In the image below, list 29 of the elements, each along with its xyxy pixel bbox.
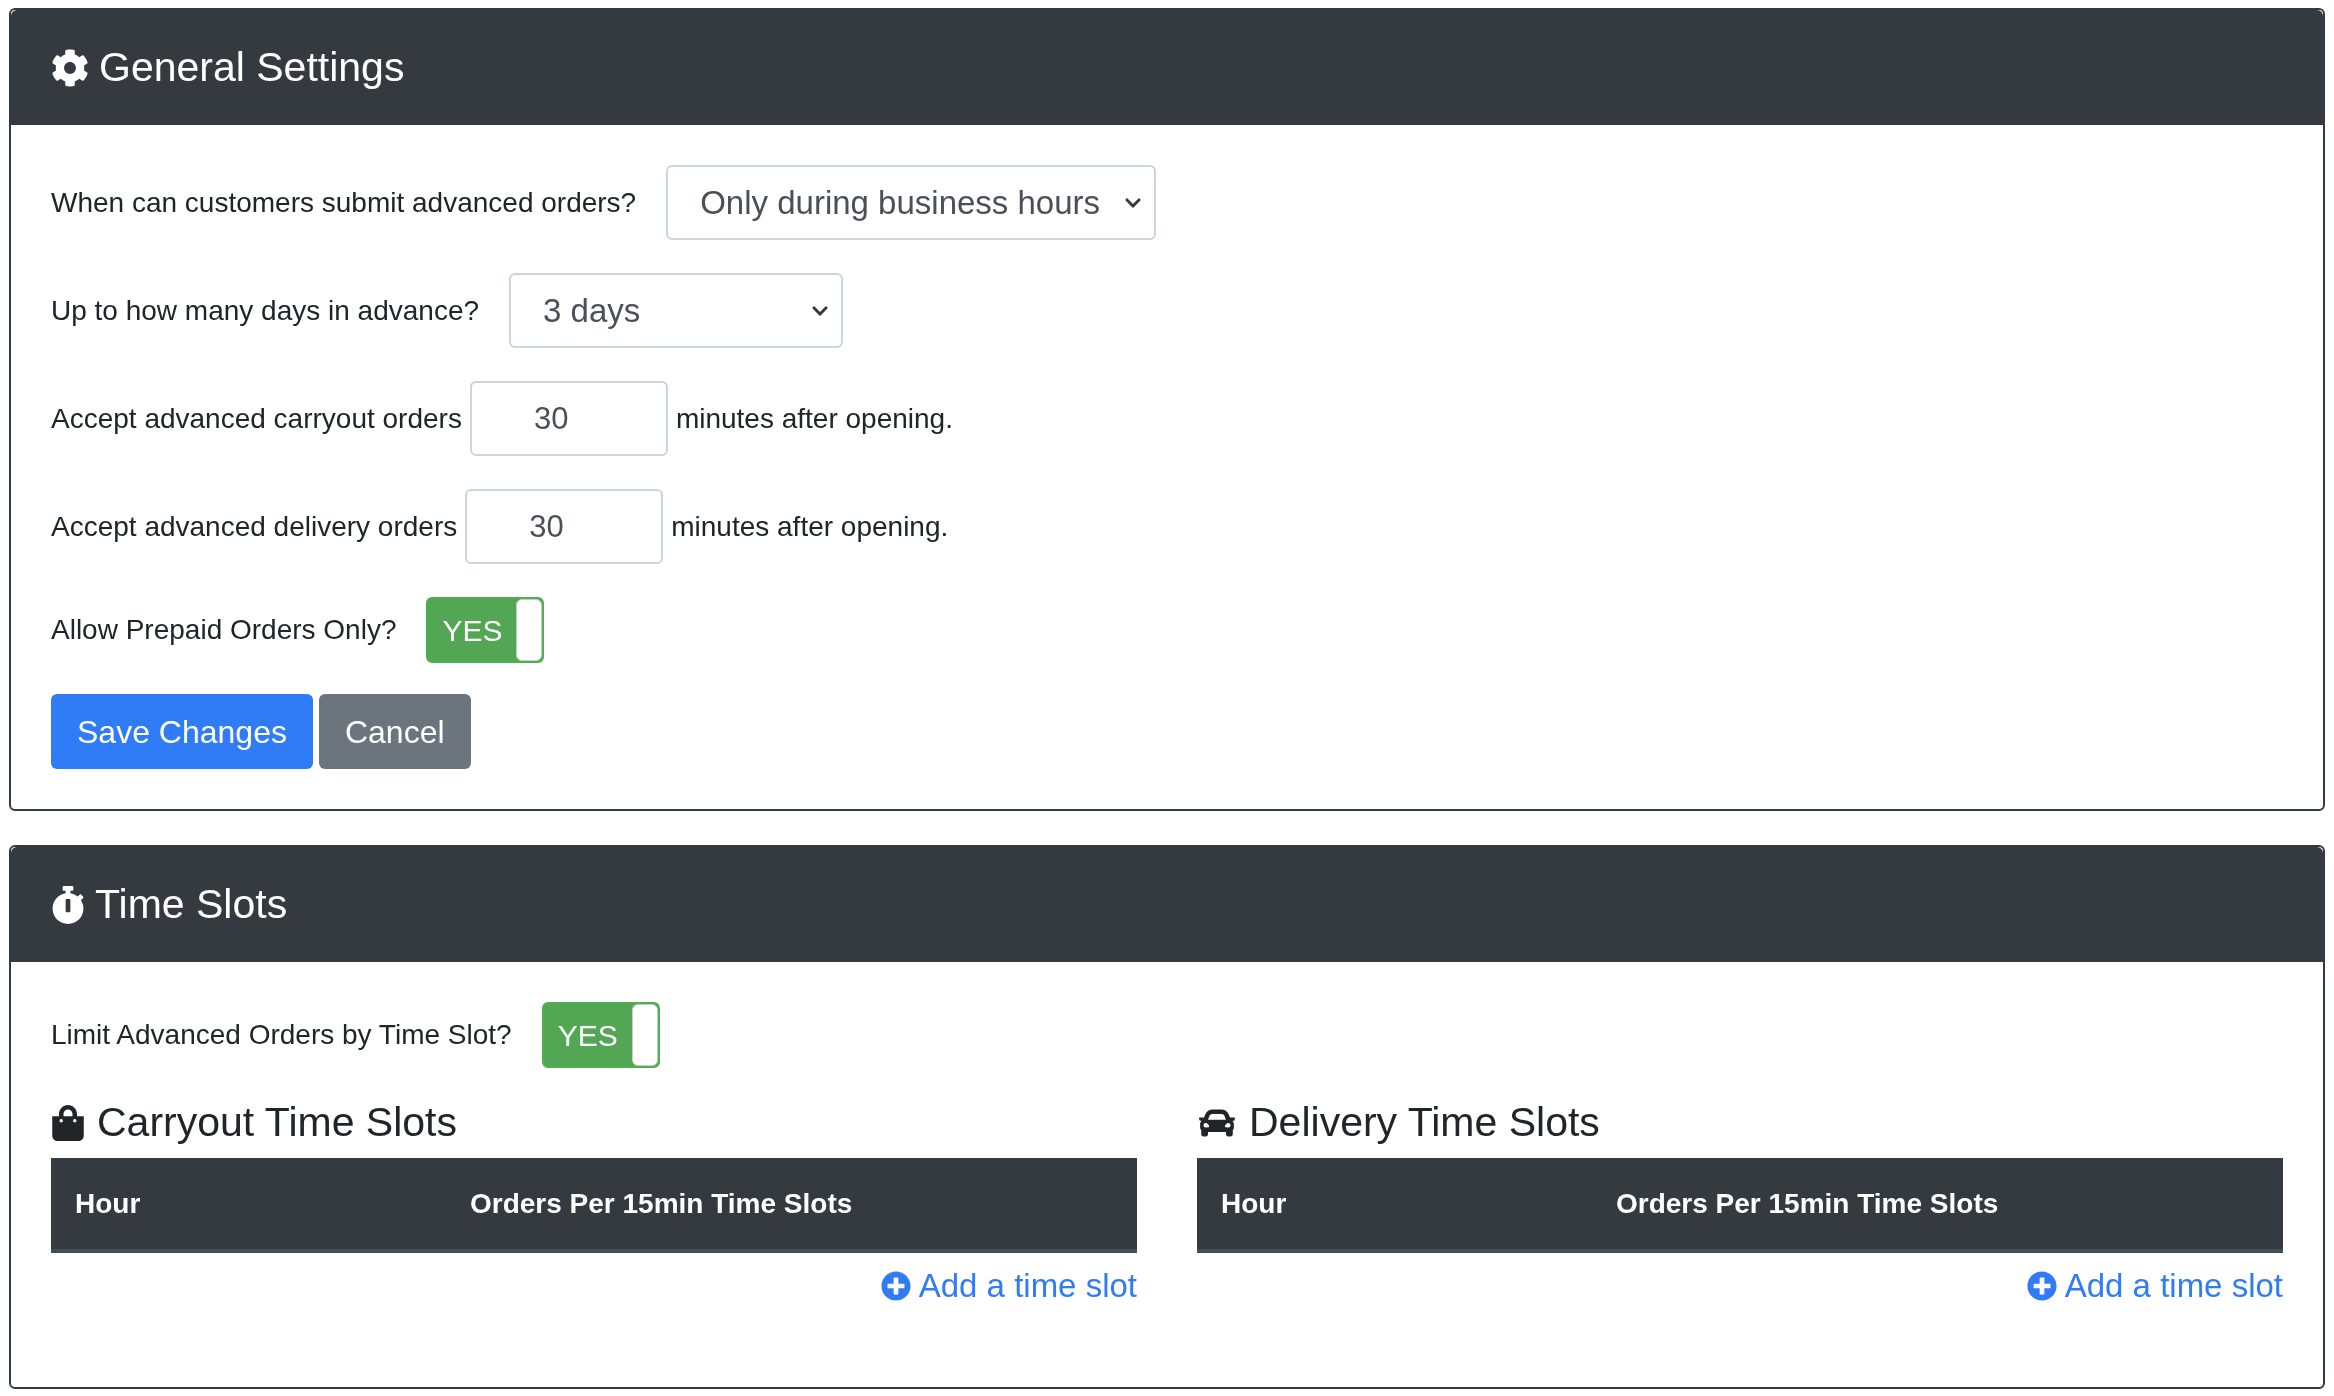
field-label: Allow Prepaid Orders Only?: [51, 613, 397, 647]
stopwatch-icon: [51, 885, 85, 924]
section-title: Carryout Time Slots: [97, 1098, 457, 1148]
field-suffix: minutes after opening.: [671, 509, 949, 544]
dropdown-select[interactable]: Only during business hours: [666, 165, 1157, 240]
section-title: Delivery Time Slots: [1249, 1098, 1600, 1148]
column-header: Hour: [75, 1186, 142, 1221]
field-label: Up to how many days in advance?: [51, 293, 480, 328]
card-title: General Settings: [99, 42, 405, 92]
toggle-switch[interactable]: YES: [426, 597, 545, 663]
field-label: Accept advanced carryout orders: [51, 401, 462, 436]
field-suffix: minutes after opening.: [675, 401, 953, 436]
save-button[interactable]: Save Changes: [51, 694, 313, 769]
column-header: Orders Per 15min Time Slots: [470, 1186, 854, 1221]
add-time-slot-link[interactable]: Add a time slot: [880, 1261, 1137, 1311]
column-header: Orders Per 15min Time Slots: [1616, 1186, 2000, 1221]
number-input[interactable]: 30: [469, 381, 668, 456]
card-title: Time Slots: [95, 879, 288, 929]
add-time-slot-link[interactable]: Add a time slot: [2026, 1261, 2283, 1311]
column-header: Hour: [1221, 1186, 1288, 1221]
settings-icon: [51, 48, 89, 87]
field-label: Accept advanced delivery orders: [51, 509, 458, 544]
shopping-bag-icon: [51, 1105, 85, 1141]
number-input[interactable]: 30: [465, 489, 664, 564]
field-label: When can customers submit advanced orders?: [51, 185, 637, 220]
toggle-switch[interactable]: YES: [541, 1002, 660, 1068]
field-label: Limit Advanced Orders by Time Slot?: [51, 1018, 512, 1052]
cancel-button[interactable]: Cancel: [318, 694, 471, 769]
dropdown-select[interactable]: 3 days: [509, 273, 844, 348]
